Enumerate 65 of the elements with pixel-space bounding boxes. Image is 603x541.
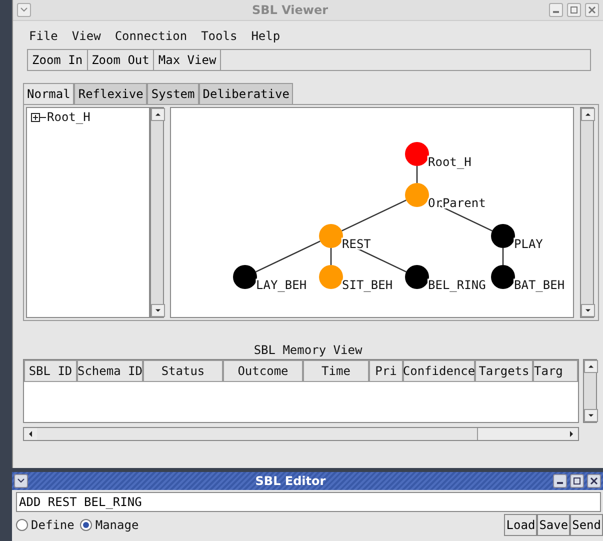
radio-option[interactable]: Define (16, 518, 74, 532)
scroll-down-icon[interactable] (584, 409, 598, 422)
graph-edge (342, 200, 406, 232)
tab[interactable]: Deliberative (198, 83, 294, 104)
node-label: BEL_RING (428, 278, 486, 292)
minimize-icon[interactable] (549, 3, 563, 17)
menu-item[interactable]: Connection (114, 29, 188, 43)
scroll-up-icon[interactable] (581, 108, 595, 121)
horizontal-scrollbar[interactable] (23, 427, 579, 441)
node-label: BAT_BEH (514, 278, 565, 292)
vertical-scrollbar[interactable] (150, 107, 164, 318)
graph-node[interactable] (405, 183, 429, 207)
column-header[interactable]: SBL ID (24, 360, 77, 382)
editor-button[interactable]: Load (504, 514, 538, 536)
graph-node[interactable] (405, 142, 429, 166)
close-icon[interactable] (587, 474, 601, 488)
graph-node[interactable] (405, 265, 429, 289)
menu-item[interactable]: Tools (201, 29, 238, 43)
column-header[interactable]: Targ (533, 360, 578, 382)
graph-node[interactable] (319, 224, 343, 248)
tab[interactable]: Reflexive (74, 83, 148, 104)
graph-node[interactable] (491, 265, 515, 289)
column-header[interactable]: Confidence (403, 360, 475, 382)
column-header[interactable]: Schema ID (77, 360, 143, 382)
column-header[interactable]: Time (303, 360, 369, 382)
maximize-icon[interactable] (570, 474, 584, 488)
editor-button[interactable]: Send (570, 514, 603, 536)
scroll-down-icon[interactable] (151, 304, 165, 317)
editor-button[interactable]: Save (537, 514, 570, 536)
menu-item[interactable]: Help (251, 29, 280, 43)
command-field[interactable]: ADD REST BEL_RING (16, 492, 601, 512)
column-header[interactable]: Outcome (223, 360, 303, 382)
column-header[interactable]: Status (143, 360, 223, 382)
node-label: Root_H (428, 155, 472, 169)
panel-title: SBL Memory View (254, 343, 362, 357)
tree-item[interactable]: Root_H (47, 110, 90, 124)
scroll-up-icon[interactable] (584, 360, 598, 373)
tab[interactable]: Normal (23, 83, 74, 104)
node-label: SIT_BEH (342, 278, 393, 292)
expand-icon[interactable] (31, 112, 46, 122)
vertical-scrollbar[interactable] (583, 359, 597, 423)
graph-node[interactable] (319, 265, 343, 289)
radio-option[interactable]: Manage (80, 518, 139, 532)
close-icon[interactable] (585, 3, 599, 17)
window-menu-icon[interactable] (14, 474, 28, 488)
node-label: LAY_BEH (256, 278, 307, 292)
node-label: PLAY (514, 237, 543, 251)
window-title: SBL Editor (254, 474, 327, 488)
graph-edge (330, 248, 332, 265)
menu-item[interactable]: File (29, 29, 58, 43)
graph-node[interactable] (233, 265, 257, 289)
graph-edge (502, 248, 504, 265)
scroll-up-icon[interactable] (151, 108, 165, 121)
vertical-scrollbar[interactable] (580, 107, 594, 318)
column-header[interactable]: Pri (369, 360, 403, 382)
graph-edge (256, 240, 320, 272)
graph-node[interactable] (491, 224, 515, 248)
column-header[interactable]: Targets (475, 360, 533, 382)
graph-edge (416, 166, 418, 183)
tab[interactable]: System (147, 83, 199, 104)
maximize-icon[interactable] (567, 3, 581, 17)
scroll-down-icon[interactable] (581, 304, 595, 317)
window-title: SBL Viewer (250, 3, 330, 17)
menu-item[interactable]: View (72, 29, 101, 43)
minimize-icon[interactable] (553, 474, 567, 488)
